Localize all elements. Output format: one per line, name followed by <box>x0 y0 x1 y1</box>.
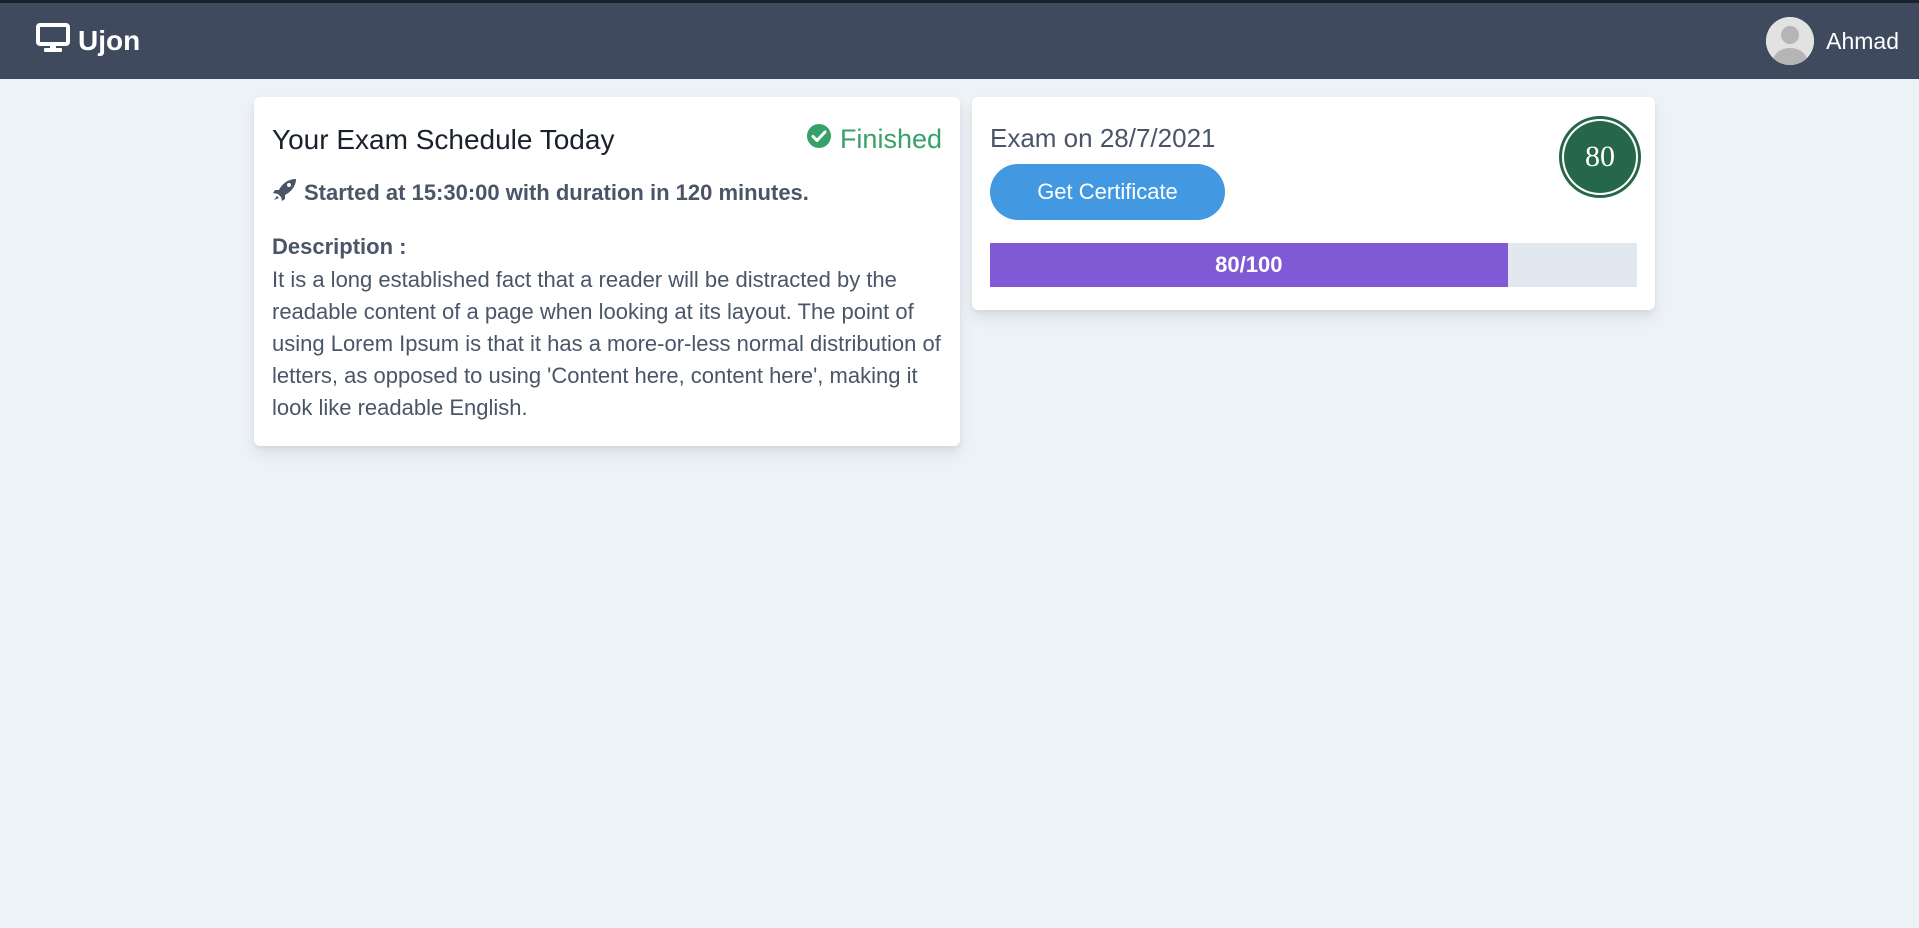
user-name: Ahmad <box>1826 27 1899 54</box>
check-circle-icon <box>806 123 840 156</box>
description-label: Description : <box>272 234 407 259</box>
progress-fill: 80/100 <box>990 243 1508 287</box>
navbar: Ujon Ahmad <box>0 3 1919 79</box>
status-text: Finished <box>839 124 942 154</box>
exam-date: Exam on 28/7/2021 <box>990 123 1216 153</box>
exam-schedule-card: Your Exam Schedule Today Finished Starte… <box>254 97 960 446</box>
score-badge: 80 <box>1559 116 1641 198</box>
get-certificate-button[interactable]: Get Certificate <box>990 164 1225 220</box>
score-value: 80 <box>1564 121 1636 193</box>
description-text: It is a long established fact that a rea… <box>272 267 941 420</box>
desktop-icon <box>36 22 78 60</box>
start-info: Started at 15:30:00 with duration in 120… <box>272 178 942 208</box>
start-text: Started at 15:30:00 with duration in 120… <box>304 180 809 205</box>
exam-result-card: Exam on 28/7/2021 Get Certificate 80 80/… <box>972 97 1655 310</box>
card-title: Your Exam Schedule Today <box>272 123 615 155</box>
user-avatar-icon <box>1766 17 1815 65</box>
status-badge: Finished <box>806 123 942 156</box>
user-menu[interactable]: Ahmad <box>1766 17 1899 65</box>
brand[interactable]: Ujon <box>36 22 141 60</box>
brand-name: Ujon <box>78 25 141 56</box>
progress-label: 80/100 <box>1215 252 1283 277</box>
score-progress-bar: 80/100 <box>990 243 1637 287</box>
rocket-icon <box>272 178 304 208</box>
